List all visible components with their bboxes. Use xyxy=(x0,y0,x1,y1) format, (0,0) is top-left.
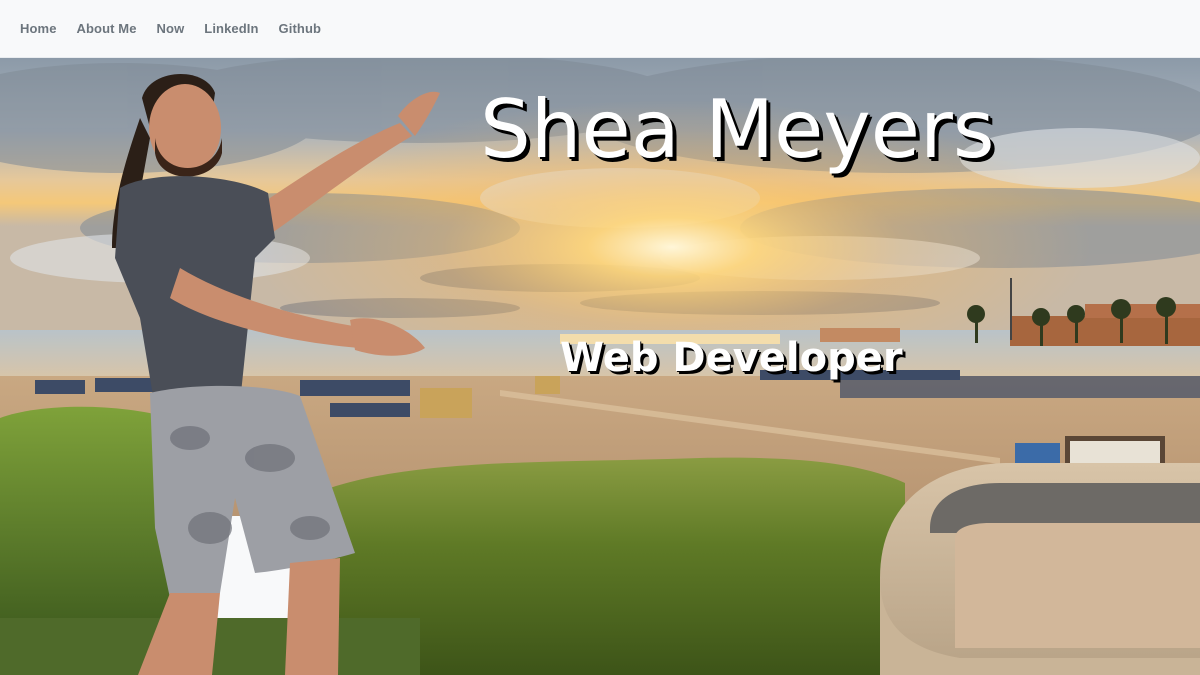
nav-link-about-me[interactable]: About Me xyxy=(77,21,137,36)
hero-subtitle: Web Developer xyxy=(560,335,903,381)
top-navbar: Home About Me Now LinkedIn Github xyxy=(0,0,1200,58)
nav-link-now[interactable]: Now xyxy=(157,21,185,36)
nav-link-linkedin[interactable]: LinkedIn xyxy=(204,21,258,36)
hero-title: Shea Meyers xyxy=(480,83,995,176)
nav-link-github[interactable]: Github xyxy=(279,21,321,36)
hero-banner: Shea Meyers Web Developer xyxy=(0,58,1200,675)
nav-link-home[interactable]: Home xyxy=(20,21,57,36)
